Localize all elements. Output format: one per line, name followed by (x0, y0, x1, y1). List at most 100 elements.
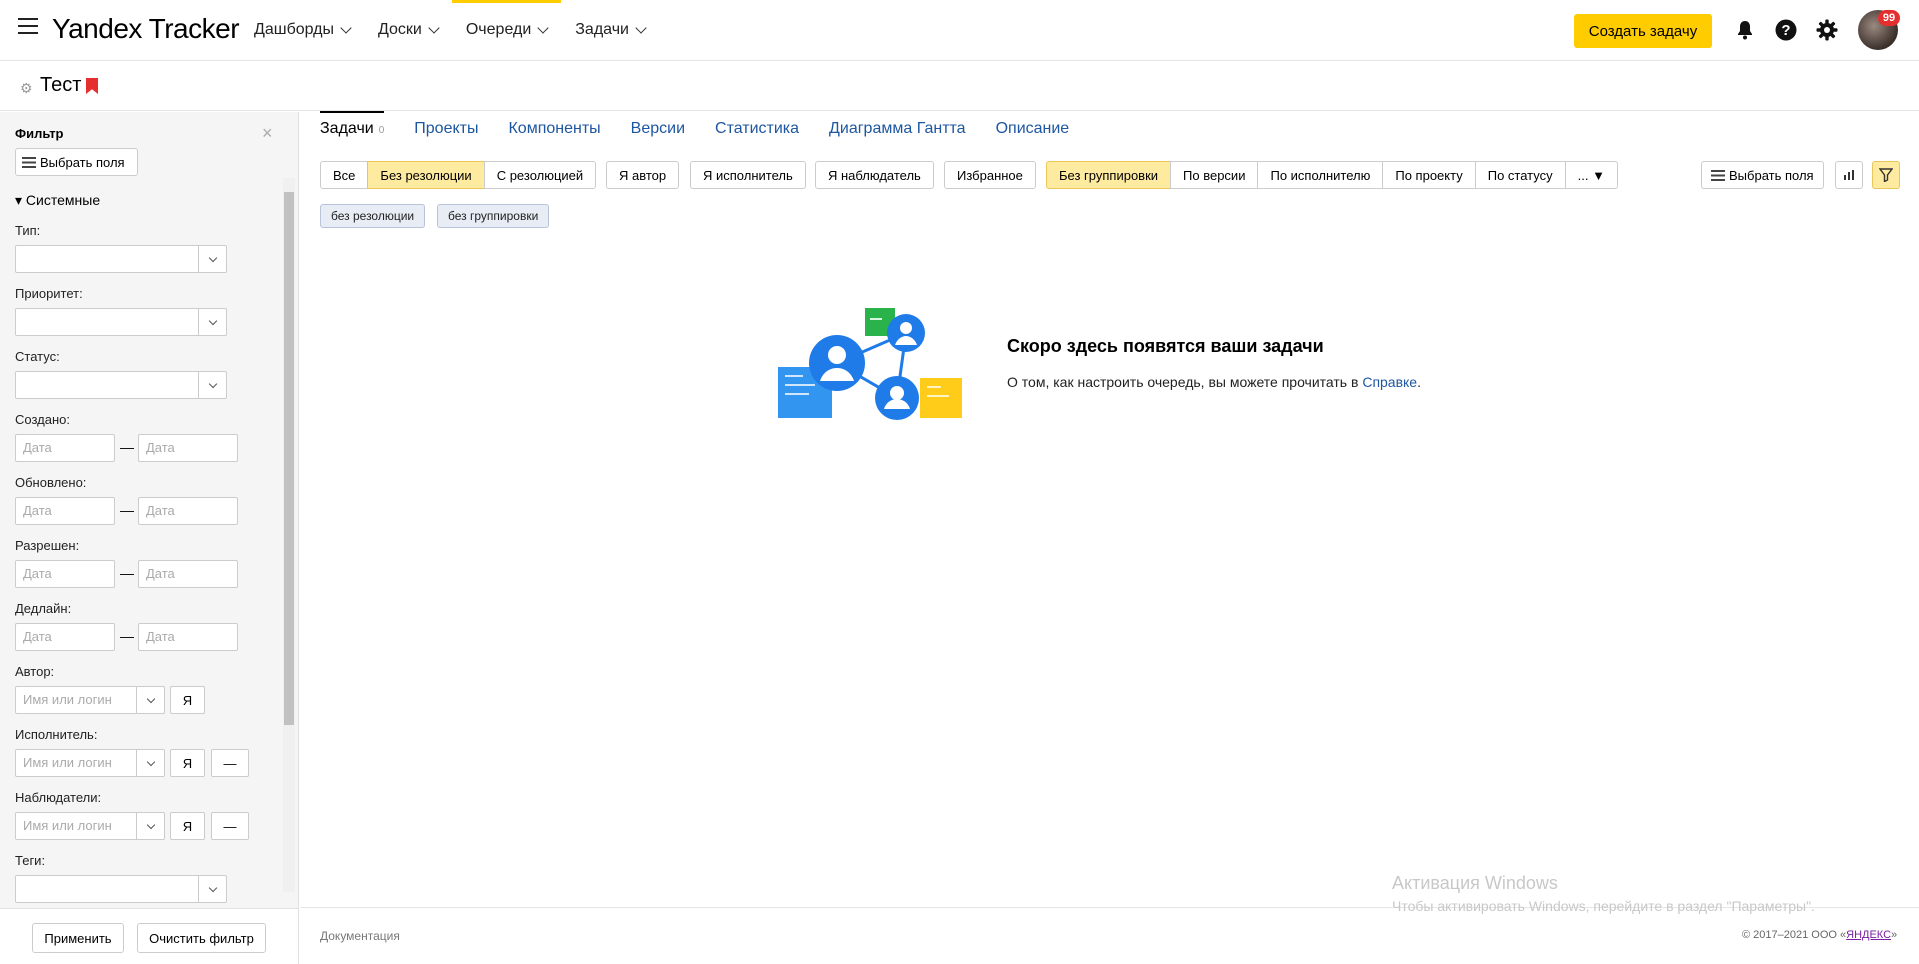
group-version-button[interactable]: По версии (1170, 161, 1259, 189)
nav-issues[interactable]: Задачи (561, 0, 659, 60)
author-input[interactable]: Имя или логин (15, 686, 165, 714)
sidebar-footer: Применить Очистить фильтр (0, 908, 298, 964)
resolution-filter-group: Все Без резолюции С резолюцией (320, 161, 597, 189)
priority-select[interactable] (15, 308, 227, 336)
deadline-label: Дедлайн: (15, 601, 72, 616)
help-icon[interactable]: ? (1774, 18, 1798, 42)
assignee-input[interactable]: Имя или логин (15, 749, 165, 777)
chevron-down-icon[interactable] (198, 246, 226, 272)
close-icon[interactable]: × (262, 123, 273, 144)
filter-icon[interactable] (1872, 161, 1900, 189)
created-from-input[interactable]: Дата (15, 434, 115, 462)
range-dash: — (120, 565, 134, 581)
tab-projects[interactable]: Проекты (414, 112, 478, 148)
assignee-none-button[interactable]: — (211, 749, 249, 777)
author-me-button[interactable]: Я (170, 686, 205, 714)
chevron-down-icon (537, 21, 549, 34)
filter-unresolved-button[interactable]: Без резолюции (367, 161, 485, 189)
priority-label: Приоритет: (15, 286, 83, 301)
assignee-placeholder: Имя или логин (23, 755, 112, 770)
group-none-button[interactable]: Без группировки (1046, 161, 1172, 189)
tab-description[interactable]: Описание (996, 112, 1070, 148)
chevron-down-icon (635, 21, 647, 34)
tags-select[interactable] (15, 875, 227, 903)
filter-all-button[interactable]: Все (320, 161, 369, 189)
queue-tabs: Задачи 0 Проекты Компоненты Версии Статис… (320, 111, 1099, 148)
empty-state-text-body: О том, как настроить очередь, вы можете … (1007, 374, 1363, 390)
svg-text:?: ? (1781, 22, 1790, 39)
nav-queues-label: Очереди (465, 21, 532, 38)
nav-dashboards[interactable]: Дашборды (240, 0, 364, 60)
chevron-down-icon[interactable] (136, 687, 164, 713)
assignee-me-button[interactable]: Я (170, 749, 205, 777)
updated-label: Обновлено: (15, 475, 87, 490)
nav-issues-label: Задачи (575, 21, 629, 38)
tab-components[interactable]: Компоненты (508, 112, 600, 148)
tab-issues[interactable]: Задачи 0 (320, 111, 385, 148)
windows-activation-text: Чтобы активировать Windows, перейдите в … (1392, 898, 1815, 914)
resolved-to-input[interactable]: Дата (138, 560, 238, 588)
tab-statistics[interactable]: Статистика (715, 112, 799, 148)
chip-no-grouping[interactable]: без группировки (437, 204, 550, 228)
resolved-from-input[interactable]: Дата (15, 560, 115, 588)
chevron-down-icon[interactable] (198, 372, 226, 398)
chevron-down-icon[interactable] (198, 309, 226, 335)
nav-queues[interactable]: Очереди (451, 0, 562, 60)
gear-icon[interactable] (1815, 18, 1839, 42)
chevron-down-icon (428, 21, 440, 34)
updated-from-input[interactable]: Дата (15, 497, 115, 525)
chevron-down-icon[interactable] (136, 750, 164, 776)
create-issue-button[interactable]: Создать задачу (1574, 14, 1712, 48)
settings-gear-icon[interactable]: ⚙ (20, 80, 33, 97)
system-section-label: Системные (25, 192, 101, 208)
sidebar-scroll-thumb[interactable] (284, 192, 294, 725)
status-label: Статус: (15, 349, 60, 364)
followers-me-button[interactable]: Я (170, 812, 205, 840)
followers-none-button[interactable]: — (211, 812, 249, 840)
chevron-down-icon (340, 21, 352, 34)
nav-dashboards-label: Дашборды (254, 21, 334, 38)
help-link[interactable]: Справке (1362, 374, 1417, 390)
deadline-to-input[interactable]: Дата (138, 623, 238, 651)
type-select[interactable] (15, 245, 227, 273)
copyright-suffix: » (1891, 929, 1898, 941)
group-assignee-button[interactable]: По исполнителю (1257, 161, 1384, 189)
documentation-link[interactable]: Документация (320, 929, 400, 943)
created-to-input[interactable]: Дата (138, 434, 238, 462)
yandex-link[interactable]: ЯНДЕКС (1846, 929, 1891, 941)
group-more-button[interactable]: ... ▼ (1564, 161, 1618, 189)
clear-filter-button[interactable]: Очистить фильтр (137, 923, 266, 953)
group-project-button[interactable]: По проекту (1382, 161, 1476, 189)
updated-to-input[interactable]: Дата (138, 497, 238, 525)
tab-gantt[interactable]: Диаграмма Гантта (829, 112, 966, 148)
choose-fields-button[interactable]: Выбрать поля (15, 148, 138, 176)
chip-unresolved[interactable]: без резолюции (320, 204, 426, 228)
followers-input[interactable]: Имя или логин (15, 812, 165, 840)
system-section-toggle[interactable]: ▾ Системные (15, 192, 100, 209)
filter-favorites-button[interactable]: Избранное (944, 161, 1036, 189)
group-status-button[interactable]: По статусу (1474, 161, 1566, 189)
nav-boards[interactable]: Доски (364, 0, 452, 60)
chevron-down-icon[interactable] (136, 813, 164, 839)
copyright-prefix: © 2017–2021 ООО « (1742, 929, 1847, 941)
followers-label: Наблюдатели: (15, 790, 102, 805)
filter-my-follower-button[interactable]: Я наблюдатель (815, 161, 934, 189)
apply-button[interactable]: Применить (32, 923, 124, 953)
bell-icon[interactable] (1733, 18, 1757, 42)
app-logo[interactable]: Yandex Tracker (52, 13, 240, 45)
queue-header (0, 61, 1919, 111)
filter-resolved-button[interactable]: С резолюцией (483, 161, 597, 189)
page-footer (300, 907, 1919, 964)
chevron-down-icon[interactable] (198, 876, 226, 902)
tab-versions[interactable]: Версии (631, 112, 685, 148)
main-nav: Дашборды Доски Очереди Задачи (240, 0, 659, 60)
filter-my-author-button[interactable]: Я автор (606, 161, 680, 189)
chart-icon[interactable] (1835, 161, 1863, 189)
status-select[interactable] (15, 371, 227, 399)
menu-icon[interactable] (18, 18, 38, 36)
filter-my-assignee-button[interactable]: Я исполнитель (690, 161, 806, 189)
deadline-from-input[interactable]: Дата (15, 623, 115, 651)
choose-fields-main-button[interactable]: Выбрать поля (1701, 161, 1824, 189)
choose-fields-label: Выбрать поля (40, 154, 125, 170)
fields-icon (1711, 169, 1725, 181)
